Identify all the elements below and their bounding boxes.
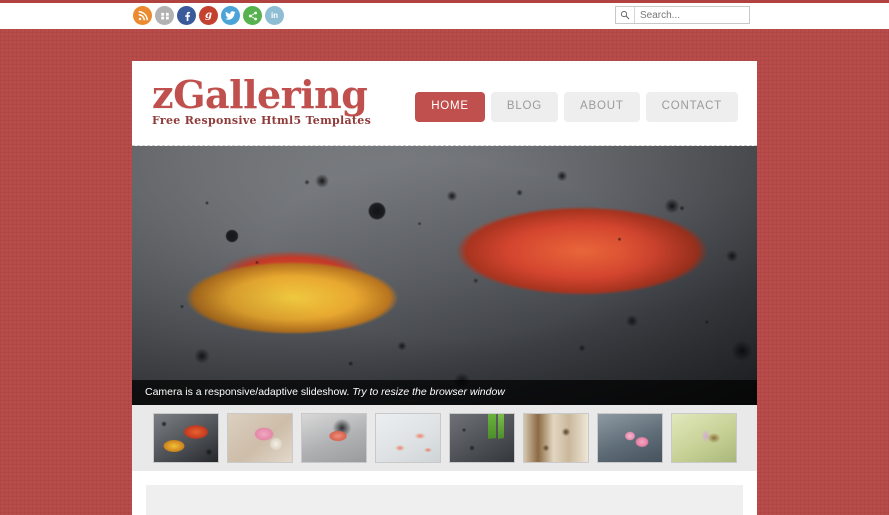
thumb-bee-flower[interactable]	[670, 413, 737, 463]
hero-slideshow[interactable]: Camera is a responsive/adaptive slidesho…	[132, 146, 757, 405]
page-container: zGallering Free Responsive Html5 Templat…	[132, 61, 757, 515]
slide-caption-plain: Camera is a responsive/adaptive slidesho…	[145, 385, 353, 398]
thumbnail-strip	[132, 405, 757, 471]
social-link-twitter[interactable]	[221, 6, 240, 25]
thumb-water-lily[interactable]	[596, 413, 663, 463]
social-link-googleplus[interactable]: g	[199, 6, 218, 25]
nav-item-home[interactable]: HOME	[415, 92, 485, 122]
social-link-linkedin[interactable]: in	[265, 6, 284, 25]
site-header: zGallering Free Responsive Html5 Templat…	[132, 61, 757, 146]
content-area	[132, 471, 757, 515]
hero-vignette	[132, 146, 757, 405]
nav-item-about[interactable]: ABOUT	[564, 92, 640, 122]
thumb-pink-flower[interactable]	[226, 413, 293, 463]
site-logo[interactable]: zGallering Free Responsive Html5 Templat…	[152, 72, 372, 128]
content-placeholder-block	[146, 485, 743, 515]
thumb-grey-droplets[interactable]	[300, 413, 367, 463]
thumb-poppy-glass[interactable]	[374, 413, 441, 463]
logo-tagline: Free Responsive Html5 Templates	[152, 114, 372, 128]
nav-item-contact[interactable]: CONTACT	[645, 92, 738, 122]
thumb-leaves-water[interactable]	[152, 413, 219, 463]
social-link-share[interactable]	[243, 6, 262, 25]
logo-title: zGallering	[152, 72, 368, 117]
search-icon	[616, 7, 635, 23]
top-bar: g in	[0, 3, 889, 29]
search-input[interactable]	[635, 8, 748, 22]
social-links: g in	[133, 6, 284, 25]
main-navigation: HOME BLOG ABOUT CONTACT	[415, 92, 738, 122]
thumb-bamboo-rain[interactable]	[448, 413, 515, 463]
social-link-flickr[interactable]	[155, 6, 174, 25]
thumb-spices-wood[interactable]	[522, 413, 589, 463]
top-bar-inner: g in	[0, 3, 889, 28]
slide-caption-italic: Try to resize the browser window	[352, 385, 505, 398]
search-box[interactable]	[615, 6, 750, 24]
nav-item-blog[interactable]: BLOG	[490, 92, 559, 122]
social-link-rss[interactable]	[133, 6, 152, 25]
social-link-facebook[interactable]	[177, 6, 196, 25]
slide-caption: Camera is a responsive/adaptive slidesho…	[132, 379, 757, 405]
